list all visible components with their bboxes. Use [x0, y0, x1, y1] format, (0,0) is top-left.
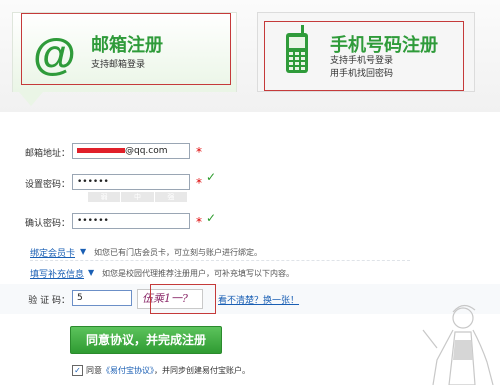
email-label: 邮箱地址： — [24, 149, 70, 159]
strength-strong: 强 — [154, 192, 187, 202]
password-strength-meter: 弱 中 强 — [88, 192, 188, 202]
tab-email-register[interactable]: @ 邮箱注册 支持邮箱登录 — [12, 12, 237, 106]
password-label: 设置密码： — [24, 180, 70, 190]
valid-check-icon: ✓ — [206, 211, 217, 225]
extra-info-link[interactable]: 填写补充信息 — [30, 267, 84, 280]
email-tab-subtitle: 支持邮箱登录 — [91, 60, 146, 70]
valid-check-icon: ✓ — [206, 170, 217, 184]
agreement-link[interactable]: 《易付宝协议》 — [102, 366, 154, 375]
email-input[interactable]: @qq.com — [72, 143, 190, 159]
required-mark: * — [196, 215, 202, 229]
agreement-suffix: ，并同步创建易付宝账户。 — [154, 366, 250, 375]
bind-member-card-link[interactable]: 绑定会员卡 — [30, 246, 75, 259]
extra-info-description: 如您是校园代理推荐注册用户，可补充填写以下内容。 — [102, 269, 294, 278]
decorative-figure-watermark — [422, 304, 494, 385]
email-redaction — [77, 148, 125, 153]
tab-phone-register[interactable]: 手机号码注册 支持手机号登录 用手机找回密码 — [257, 12, 475, 92]
agreement-checkbox[interactable]: ✓ — [72, 365, 83, 376]
email-tab-title: 邮箱注册 — [91, 35, 163, 56]
agreement-line: ✓ 同意《易付宝协议》，并同步创建易付宝账户。 — [72, 365, 250, 376]
email-input-value: @qq.com — [125, 146, 168, 156]
captcha-highlight-box — [150, 284, 216, 314]
confirm-password-label: 确认密码： — [24, 219, 70, 229]
divider — [30, 260, 410, 262]
expand-chevron-icon[interactable]: ▼ — [88, 268, 94, 277]
expand-chevron-icon[interactable]: ▼ — [80, 247, 86, 256]
password-input[interactable]: •••••• — [72, 174, 190, 190]
captcha-input[interactable]: 5 — [72, 290, 132, 306]
agreement-prefix: 同意 — [86, 366, 102, 375]
required-mark: * — [196, 145, 202, 159]
confirm-password-input[interactable]: •••••• — [72, 213, 190, 229]
active-tab-pointer — [19, 92, 43, 106]
strength-weak: 弱 — [88, 192, 121, 202]
captcha-label: 验 证 码： — [28, 296, 70, 306]
required-mark: * — [196, 176, 202, 190]
mobile-phone-icon — [286, 25, 308, 73]
strength-medium: 中 — [121, 192, 154, 202]
phone-tab-subtitle-2: 用手机找回密码 — [330, 69, 394, 79]
phone-tab-subtitle-1: 支持手机号登录 — [330, 56, 394, 66]
captcha-refresh-link[interactable]: 看不清楚？换一张！ — [218, 293, 299, 306]
at-sign-icon: @ — [33, 30, 76, 79]
agree-and-register-button[interactable]: 同意协议，并完成注册 — [70, 326, 222, 354]
member-card-description: 如您已有门店会员卡，可立刻与账户进行绑定。 — [94, 248, 262, 257]
